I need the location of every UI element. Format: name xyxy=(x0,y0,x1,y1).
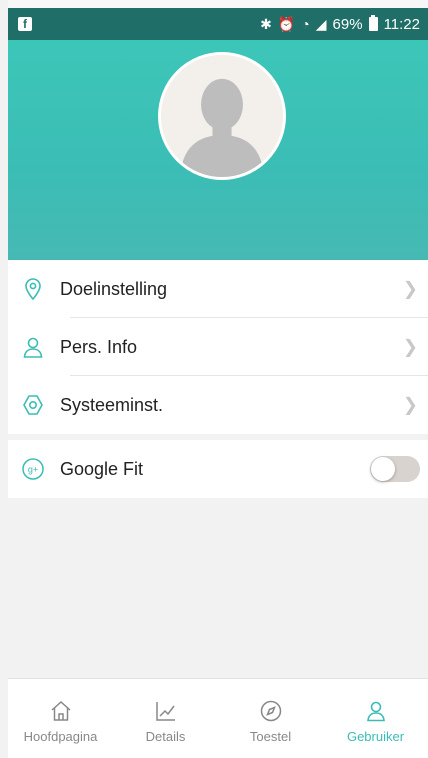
default-avatar-icon[interactable] xyxy=(158,52,286,180)
menu-item-pers-info[interactable]: Pers. Info ❯ xyxy=(8,318,428,376)
menu-item-label: Systeeminst. xyxy=(60,394,164,415)
battery-percentage: 69% xyxy=(332,15,363,33)
nav-label: Details xyxy=(145,729,186,744)
google-plus-icon: g+ xyxy=(20,456,46,482)
toggle-knob xyxy=(371,457,395,481)
chevron-right-icon: ❯ xyxy=(402,394,418,415)
chevron-right-icon: ❯ xyxy=(402,336,418,357)
status-time: 11:22 xyxy=(383,15,420,33)
nav-item-gebruiker[interactable]: Gebruiker xyxy=(323,679,428,758)
status-right: ✱ ⏰ ◔ ◢ 69% 11:22 xyxy=(260,15,420,33)
bottom-navigation: Hoofdpagina Details Toestel Gebruiker xyxy=(8,678,428,758)
alarm-icon: ⏰ xyxy=(277,15,296,32)
chart-icon xyxy=(155,702,175,721)
menu-item-label: Google Fit xyxy=(60,458,144,479)
menu-item-label: Pers. Info xyxy=(60,336,138,357)
chevron-right-icon: ❯ xyxy=(402,278,418,299)
nav-label: Toestel xyxy=(249,729,292,744)
nav-item-details[interactable]: Details xyxy=(113,679,218,758)
menu-item-doelinstelling[interactable]: Doelinstelling ❯ xyxy=(8,260,428,318)
google-fit-toggle[interactable] xyxy=(370,456,420,482)
svg-text:g+: g+ xyxy=(28,465,38,475)
profile-header xyxy=(8,40,428,260)
compass-icon xyxy=(260,700,281,722)
bluetooth-icon: ✱ xyxy=(260,15,272,32)
menu-item-google-fit: g+ Google Fit xyxy=(8,440,428,498)
menu-item-systeeminst[interactable]: Systeeminst. ❯ xyxy=(8,376,428,434)
facebook-icon: f xyxy=(18,17,32,31)
wifi-icon: ◔ xyxy=(301,16,310,32)
nav-label: Gebruiker xyxy=(346,729,405,744)
status-left: f xyxy=(18,17,32,31)
avatar-silhouette xyxy=(161,55,283,177)
user-icon xyxy=(366,701,385,722)
nav-item-toestel[interactable]: Toestel xyxy=(218,679,323,758)
gear-icon xyxy=(20,392,46,418)
nav-label: Hoofdpagina xyxy=(23,729,98,744)
battery-icon xyxy=(368,15,378,31)
home-icon xyxy=(51,700,70,721)
menu-item-label: Doelinstelling xyxy=(60,278,168,299)
location-pin-icon xyxy=(20,276,46,302)
person-icon xyxy=(20,334,46,360)
top-frame-edge xyxy=(0,0,428,8)
nav-item-hoofdpagina[interactable]: Hoofdpagina xyxy=(8,679,113,758)
status-bar: f ✱ ⏰ ◔ ◢ 69% 11:22 xyxy=(8,8,428,40)
signal-icon: ◢ xyxy=(315,15,327,32)
left-frame-edge xyxy=(0,0,8,758)
settings-menu: Doelinstelling ❯ Pers. Info ❯ Systeemins… xyxy=(8,260,428,498)
